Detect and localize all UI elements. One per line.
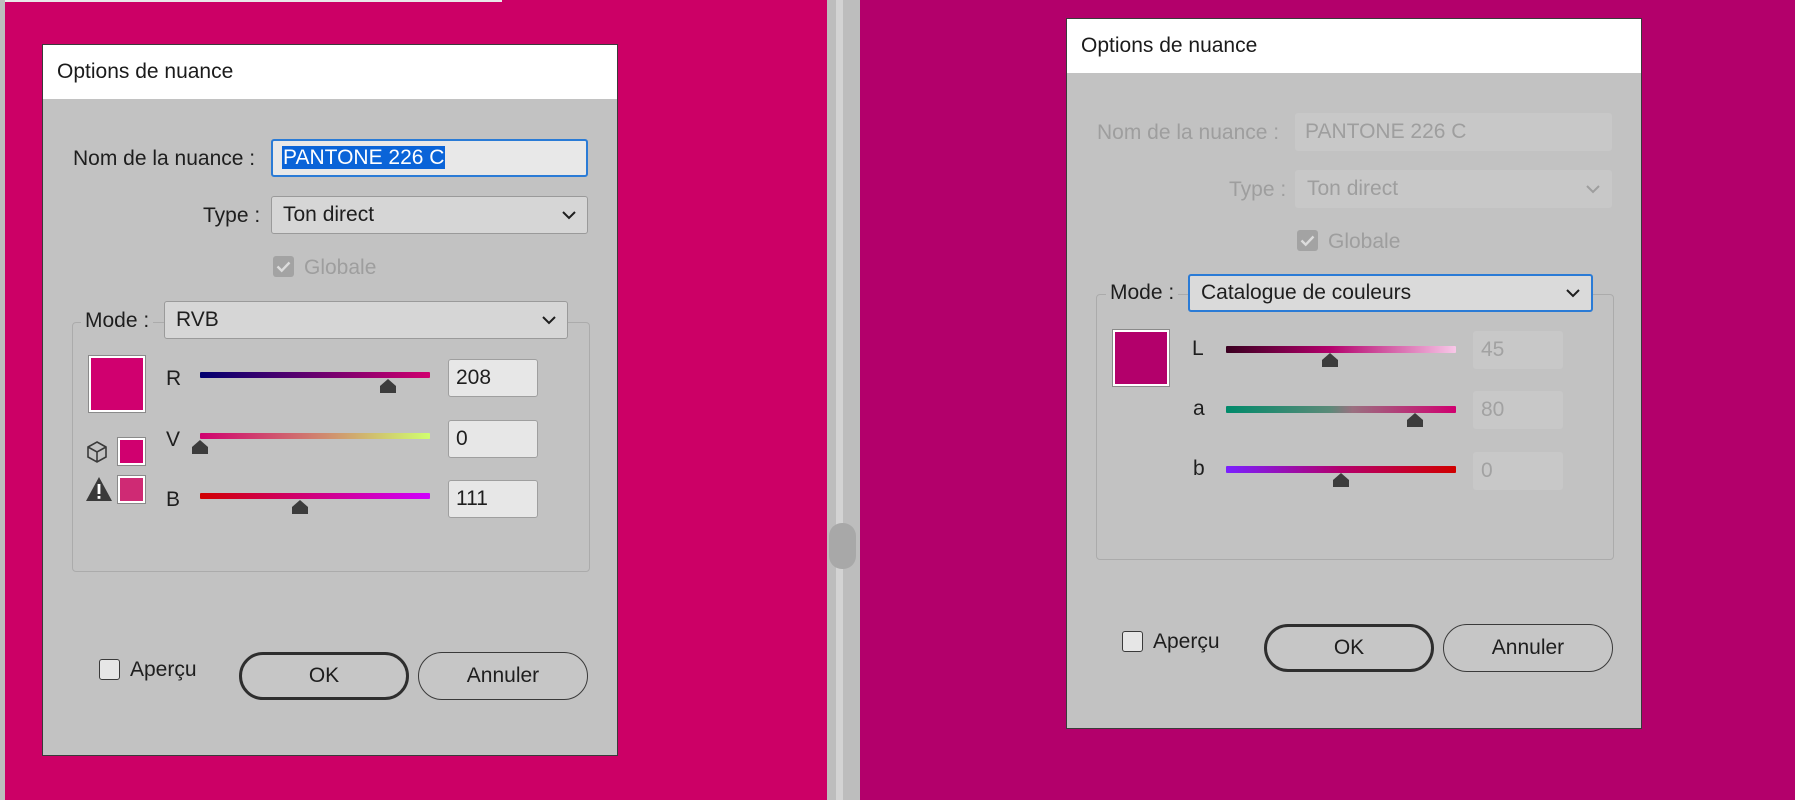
slider-label-r: R [166, 367, 182, 390]
slider-label-b: B [166, 488, 181, 511]
chevron-down-icon [1566, 289, 1580, 298]
global-label: Globale [1328, 230, 1401, 253]
chevron-down-icon [1586, 185, 1600, 194]
slider-thumb-icon[interactable] [291, 500, 309, 514]
chevron-down-icon [542, 316, 556, 325]
swatch-options-dialog-rgb: Options de nuance Nom de la nuance : PAN… [42, 44, 618, 756]
swatch-name-selected-text: PANTONE 226 C [282, 146, 446, 169]
cube-icon[interactable] [86, 440, 108, 464]
cancel-button[interactable]: Annuler [418, 652, 588, 700]
b-slider-track[interactable] [1226, 466, 1456, 473]
dialog-title: Options de nuance [1067, 19, 1641, 73]
slider-label-l: L [1192, 337, 1204, 360]
slider-label-v: V [166, 428, 181, 451]
color-swatch [89, 356, 145, 412]
web-gamut-swatch[interactable] [118, 438, 145, 465]
swatch-name-label: Nom de la nuance : [73, 147, 256, 170]
type-dropdown[interactable]: Ton direct [271, 196, 588, 234]
preview-checkbox[interactable] [1122, 631, 1143, 652]
slider-label-b: b [1193, 457, 1205, 480]
checkmark-icon [1300, 235, 1315, 247]
mode-label: Mode : [81, 309, 154, 333]
slider-thumb-icon[interactable] [1321, 353, 1339, 367]
pane-splitter[interactable] [827, 0, 860, 800]
splitter-line [836, 0, 843, 800]
swatch-name-label: Nom de la nuance : [1097, 121, 1280, 144]
slider-thumb-icon[interactable] [1332, 473, 1350, 487]
type-label: Type : [203, 204, 261, 227]
mode-label: Mode : [1106, 281, 1179, 305]
l-value-input: 45 [1473, 331, 1563, 369]
mode-dropdown[interactable]: RVB [164, 301, 568, 339]
gamut-warning-swatch[interactable] [118, 476, 145, 503]
top-edge-strip [5, 0, 502, 2]
r-slider-track[interactable] [200, 372, 430, 378]
dialog-title: Options de nuance [43, 45, 617, 99]
mode-dropdown-value: Catalogue de couleurs [1201, 281, 1412, 304]
type-dropdown-value: Ton direct [1307, 177, 1399, 200]
slider-label-a: a [1193, 397, 1205, 420]
global-checkbox [1297, 230, 1318, 251]
color-swatch [1113, 330, 1169, 386]
a-slider-track[interactable] [1226, 406, 1456, 413]
ok-button[interactable]: OK [239, 652, 409, 700]
l-slider-track[interactable] [1226, 346, 1456, 353]
cancel-button[interactable]: Annuler [1443, 624, 1613, 672]
a-value-input: 80 [1473, 391, 1563, 429]
b-value-input[interactable]: 111 [448, 480, 538, 518]
b-slider-track[interactable] [200, 493, 430, 499]
swatch-name-input: PANTONE 226 C [1295, 113, 1612, 151]
slider-thumb-icon[interactable] [379, 379, 397, 393]
swatch-name-input[interactable]: PANTONE 226 C [271, 139, 588, 177]
type-dropdown: Ton direct [1295, 170, 1612, 208]
slider-thumb-icon[interactable] [191, 440, 209, 454]
type-dropdown-value: Ton direct [283, 203, 375, 226]
slider-thumb-icon[interactable] [1406, 413, 1424, 427]
global-checkbox[interactable] [273, 256, 294, 277]
swatch-options-dialog-book: Options de nuance Nom de la nuance : PAN… [1066, 18, 1642, 729]
chevron-down-icon [562, 211, 576, 220]
r-value-input[interactable]: 208 [448, 359, 538, 397]
mode-dropdown[interactable]: Catalogue de couleurs [1188, 274, 1593, 312]
warning-triangle-icon[interactable] [85, 476, 113, 502]
preview-label: Aperçu [130, 658, 197, 681]
mode-dropdown-value: RVB [176, 308, 219, 331]
global-label: Globale [304, 256, 377, 279]
b-value-input: 0 [1473, 452, 1563, 490]
type-label: Type : [1229, 178, 1287, 201]
ok-button[interactable]: OK [1264, 624, 1434, 672]
preview-label: Aperçu [1153, 630, 1220, 653]
preview-checkbox[interactable] [99, 659, 120, 680]
v-slider-track[interactable] [200, 433, 430, 439]
v-value-input[interactable]: 0 [448, 420, 538, 458]
splitter-grip[interactable] [829, 523, 856, 569]
checkmark-icon [276, 261, 291, 273]
